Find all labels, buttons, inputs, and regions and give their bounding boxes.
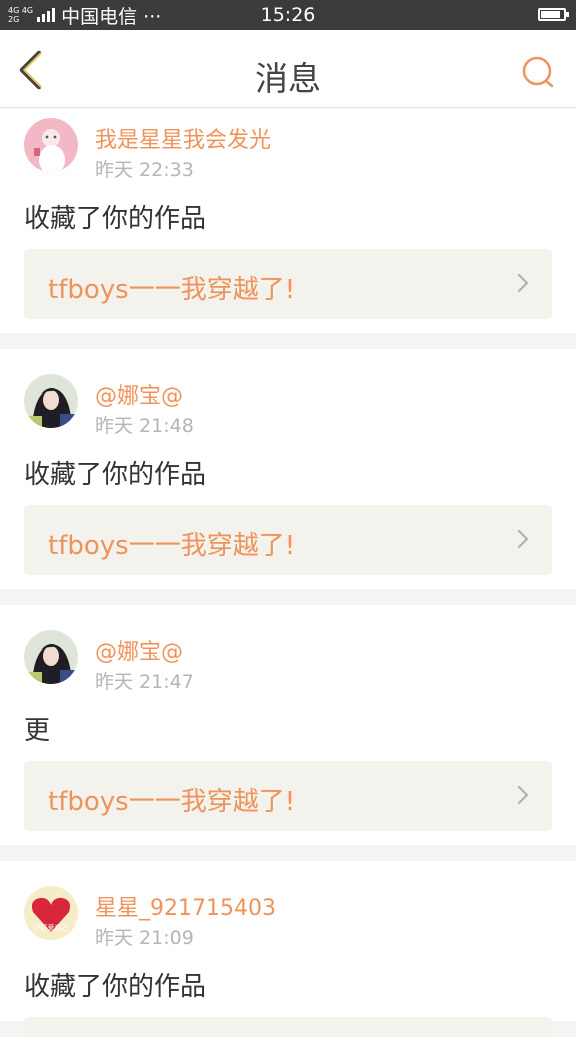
page-title: 消息 — [255, 59, 321, 98]
work-title: tfboys一一我穿越了! — [48, 787, 296, 817]
avatar-image — [24, 374, 78, 428]
avatar[interactable] — [24, 374, 78, 428]
chevron-right-icon — [517, 529, 529, 549]
chevron-right-icon — [517, 785, 529, 805]
avatar[interactable] — [24, 630, 78, 684]
avatar-image — [24, 630, 78, 684]
back-button[interactable] — [12, 48, 52, 92]
message-text: 收藏了你的作品 — [24, 460, 207, 490]
username[interactable]: 星星_921715403 — [95, 890, 276, 922]
message-item: @娜宝@ 昨天 21:47 更 tfboys一一我穿越了! — [0, 605, 576, 845]
status-bar: 4G 4G 2G 中国电信 ··· 15:26 — [0, 0, 576, 30]
username[interactable]: @娜宝@ — [95, 634, 183, 666]
network-type-labels: 4G 4G 2G — [8, 6, 33, 24]
work-link[interactable]: tfboys一一我穿越了! — [24, 505, 552, 575]
message-time: 昨天 22:33 — [95, 159, 194, 181]
signal-indicator: 4G 4G 2G — [8, 6, 61, 24]
work-title: tfboys一一我穿越了! — [48, 531, 296, 561]
username[interactable]: @娜宝@ — [95, 378, 183, 410]
message-time: 昨天 21:48 — [95, 415, 194, 437]
search-button[interactable] — [520, 54, 556, 90]
carrier-name: 中国电信 ··· — [61, 5, 162, 28]
network-type-top: 4G 4G — [8, 6, 34, 15]
message-text: 更 — [24, 716, 51, 746]
chevron-left-icon — [19, 50, 42, 90]
message-list: 我是星星我会发光 昨天 22:33 收藏了你的作品 tfboys一一我穿越了! … — [0, 108, 576, 1037]
chevron-right-icon — [517, 273, 529, 293]
message-text: 收藏了你的作品 — [24, 972, 207, 1002]
avatar-image — [24, 118, 78, 172]
work-link[interactable]: tfboys一一我穿越了! — [24, 249, 552, 319]
signal-bars-icon — [37, 8, 56, 22]
avatar[interactable]: 好好爱自己 — [24, 886, 78, 940]
message-item: 好好爱自己 星星_921715403 昨天 21:09 收藏了你的作品 — [0, 861, 576, 1037]
username[interactable]: 我是星星我会发光 — [95, 122, 271, 154]
nav-bar: 消息 — [0, 30, 576, 108]
battery-level-fill — [541, 11, 560, 18]
message-text: 收藏了你的作品 — [24, 204, 207, 234]
avatar-image: 好好爱自己 — [24, 886, 78, 940]
avatar-caption: 好好爱自己 — [34, 923, 69, 932]
message-time: 昨天 21:09 — [95, 927, 194, 949]
work-title: tfboys一一我穿越了! — [48, 275, 296, 305]
battery-icon — [538, 8, 569, 21]
work-link[interactable]: tfboys一一我穿越了! — [24, 761, 552, 831]
work-link[interactable] — [24, 1017, 552, 1037]
message-item: @娜宝@ 昨天 21:48 收藏了你的作品 tfboys一一我穿越了! — [0, 349, 576, 589]
message-time: 昨天 21:47 — [95, 671, 194, 693]
search-icon — [522, 56, 554, 88]
message-item: 我是星星我会发光 昨天 22:33 收藏了你的作品 tfboys一一我穿越了! — [0, 108, 576, 333]
network-type-bottom: 2G — [8, 15, 20, 24]
avatar[interactable] — [24, 118, 78, 172]
